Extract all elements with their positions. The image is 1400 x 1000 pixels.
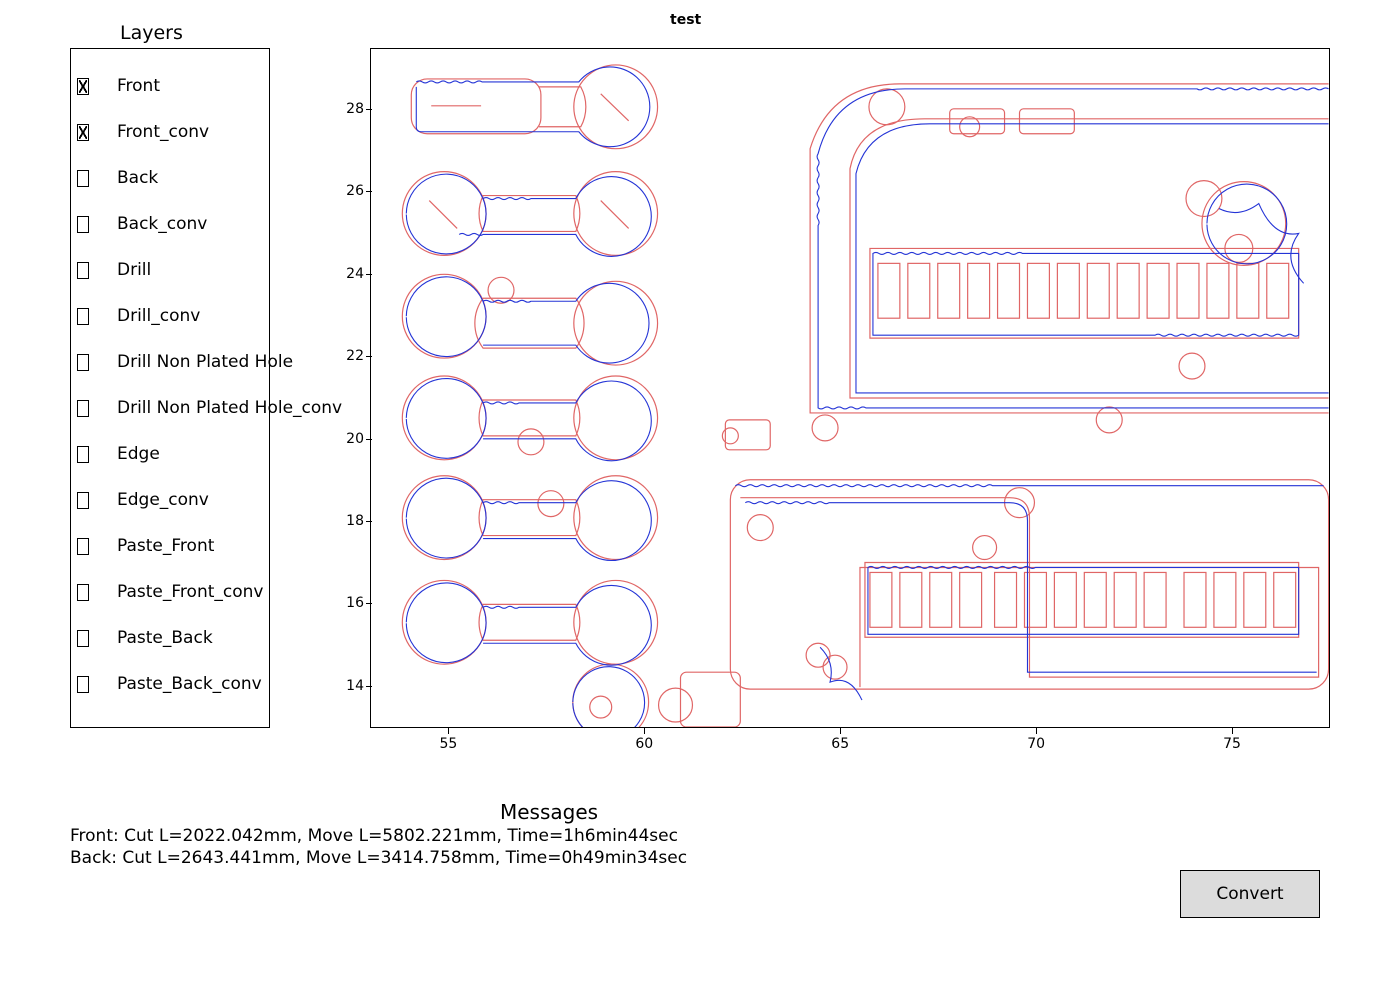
plot-title: test (670, 12, 701, 28)
layer-label: Front (117, 76, 160, 96)
x-tick: 70 (1021, 736, 1051, 752)
plot-canvas (371, 49, 1329, 727)
layer-label: Paste_Front (117, 536, 214, 556)
layer-label: Back (117, 168, 158, 188)
plot-area[interactable] (370, 48, 1330, 728)
messages-title: Messages (500, 800, 598, 824)
message-line: Front: Cut L=2022.042mm, Move L=5802.221… (70, 826, 678, 846)
layer-item-edge[interactable]: Edge (79, 431, 261, 477)
x-tick: 60 (629, 736, 659, 752)
y-tick: 26 (336, 183, 364, 199)
layer-checkbox[interactable] (77, 308, 89, 325)
layer-item-back-conv[interactable]: Back_conv (79, 201, 261, 247)
layer-checkbox[interactable] (77, 676, 89, 693)
y-tick: 22 (336, 348, 364, 364)
y-tick: 14 (336, 678, 364, 694)
y-tick: 20 (336, 431, 364, 447)
layer-item-drill-conv[interactable]: Drill_conv (79, 293, 261, 339)
layer-item-front-conv[interactable]: Front_conv (79, 109, 261, 155)
layer-item-drill[interactable]: Drill (79, 247, 261, 293)
layer-item-drill-non-plated-hole-conv[interactable]: Drill Non Plated Hole_conv (79, 385, 261, 431)
layer-checkbox[interactable] (77, 584, 89, 601)
layer-checkbox[interactable] (77, 170, 89, 187)
y-tick: 28 (336, 101, 364, 117)
layer-label: Drill Non Plated Hole_conv (117, 398, 342, 418)
layer-item-paste-back[interactable]: Paste_Back (79, 615, 261, 661)
layer-label: Paste_Front_conv (117, 582, 263, 602)
layer-item-front[interactable]: Front (79, 63, 261, 109)
layer-label: Back_conv (117, 214, 207, 234)
layers-title: Layers (120, 22, 183, 44)
layer-item-paste-front[interactable]: Paste_Front (79, 523, 261, 569)
layer-label: Edge_conv (117, 490, 209, 510)
layer-checkbox[interactable] (77, 630, 89, 647)
layer-label: Drill_conv (117, 306, 200, 326)
layer-checkbox[interactable] (77, 492, 89, 509)
layer-label: Paste_Back (117, 628, 213, 648)
layer-checkbox[interactable] (77, 124, 89, 141)
layer-label: Drill (117, 260, 151, 280)
layers-panel: Front Front_conv Back Back_conv Drill Drill_c… (70, 48, 270, 728)
layer-item-paste-back-conv[interactable]: Paste_Back_conv (79, 661, 261, 707)
layer-label: Edge (117, 444, 160, 464)
y-tick: 18 (336, 513, 364, 529)
layer-checkbox[interactable] (77, 354, 89, 371)
x-tick: 65 (825, 736, 855, 752)
x-tick: 55 (433, 736, 463, 752)
message-line: Back: Cut L=2643.441mm, Move L=3414.758m… (70, 848, 687, 868)
layer-checkbox[interactable] (77, 446, 89, 463)
y-tick: 24 (336, 266, 364, 282)
y-tick: 16 (336, 595, 364, 611)
layer-item-drill-non-plated-hole[interactable]: Drill Non Plated Hole (79, 339, 261, 385)
layer-checkbox[interactable] (77, 216, 89, 233)
layer-checkbox[interactable] (77, 538, 89, 555)
layer-item-paste-front-conv[interactable]: Paste_Front_conv (79, 569, 261, 615)
layer-item-edge-conv[interactable]: Edge_conv (79, 477, 261, 523)
layer-label: Drill Non Plated Hole (117, 352, 293, 372)
x-tick: 75 (1217, 736, 1247, 752)
layer-checkbox[interactable] (77, 78, 89, 95)
convert-button[interactable]: Convert (1180, 870, 1320, 918)
layer-checkbox[interactable] (77, 400, 89, 417)
layer-checkbox[interactable] (77, 262, 89, 279)
layer-label: Paste_Back_conv (117, 674, 262, 694)
layer-item-back[interactable]: Back (79, 155, 261, 201)
layer-label: Front_conv (117, 122, 209, 142)
